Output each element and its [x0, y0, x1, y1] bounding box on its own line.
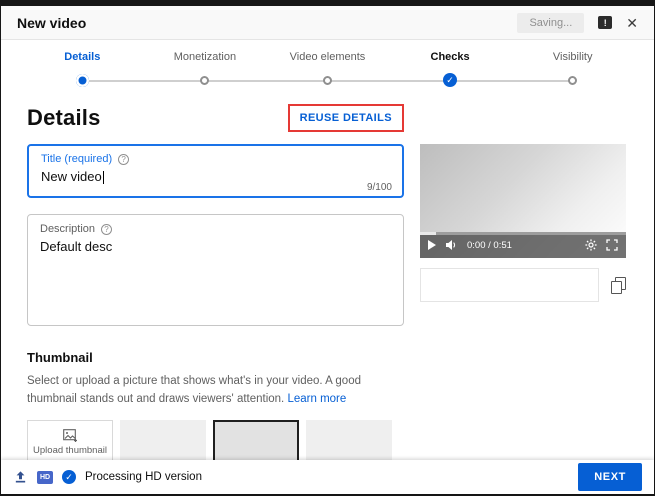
- help-icon[interactable]: ?: [101, 223, 113, 235]
- dialog-content: Details REUSE DETAILS Title (required) ?…: [1, 92, 654, 460]
- close-icon[interactable]: ✕: [626, 16, 638, 30]
- saving-status-button: Saving...: [517, 12, 585, 33]
- title-field-label: Title (required): [41, 153, 113, 165]
- description-field[interactable]: Description ? Default desc: [27, 214, 404, 326]
- dialog-footer: HD ✓ Processing HD version NEXT: [1, 460, 654, 494]
- step-dot-icon[interactable]: [200, 75, 210, 85]
- player-controls: 0:00 / 0:51: [420, 232, 626, 258]
- dialog-header: New video Saving... ! ✕: [1, 6, 654, 40]
- copy-icon[interactable]: [611, 276, 626, 294]
- upload-progress-icon: [15, 471, 26, 483]
- text-cursor: [102, 171, 104, 184]
- step-check-icon[interactable]: ✓: [443, 73, 458, 87]
- character-counter: 9/100: [366, 182, 392, 193]
- step-label: Visibility: [552, 51, 593, 63]
- title-field[interactable]: Title (required) ? New video 9/100: [27, 144, 404, 198]
- step-label: Monetization: [173, 51, 237, 63]
- step-dot-icon[interactable]: [322, 75, 332, 85]
- play-icon[interactable]: [428, 240, 436, 250]
- step-visibility[interactable]: Visibility: [511, 50, 634, 87]
- player-progress-played: [420, 232, 436, 235]
- thumbnail-option-2-selected[interactable]: [213, 419, 299, 460]
- volume-icon[interactable]: [445, 239, 458, 251]
- upload-dialog: New video Saving... ! ✕ Details Monetiza…: [1, 6, 654, 494]
- video-preview[interactable]: 0:00 / 0:51: [420, 144, 626, 258]
- step-label: Checks: [430, 51, 470, 63]
- thumbnail-section: Thumbnail Select or upload a picture tha…: [27, 350, 628, 460]
- step-dot-icon[interactable]: [568, 75, 578, 85]
- help-icon[interactable]: ?: [118, 153, 130, 165]
- feedback-icon[interactable]: !: [598, 16, 613, 29]
- description-field-value: Default desc: [40, 239, 113, 254]
- step-dot-current-icon[interactable]: [75, 73, 89, 87]
- step-label: Video elements: [289, 51, 366, 63]
- upload-thumbnail-label: Upload thumbnail: [33, 445, 107, 457]
- player-time: 0:00 / 0:51: [467, 239, 512, 251]
- learn-more-link[interactable]: Learn more: [287, 393, 346, 405]
- upload-stepper: Details Monetization Video elements Chec…: [1, 40, 654, 92]
- player-progress-bar[interactable]: [420, 232, 626, 235]
- thumbnail-option-1[interactable]: [120, 419, 206, 460]
- settings-gear-icon[interactable]: [585, 239, 597, 251]
- description-field-label: Description: [40, 223, 96, 235]
- title-field-value: New video: [41, 169, 102, 184]
- step-details[interactable]: Details: [21, 50, 144, 87]
- processing-status: Processing HD version: [85, 471, 202, 483]
- fullscreen-icon[interactable]: [606, 239, 618, 251]
- reuse-details-highlight: REUSE DETAILS: [287, 104, 404, 132]
- thumbnail-heading: Thumbnail: [27, 350, 93, 365]
- checks-complete-icon: ✓: [62, 470, 76, 484]
- next-button[interactable]: NEXT: [578, 463, 642, 491]
- reuse-details-button[interactable]: REUSE DETAILS: [290, 106, 402, 130]
- step-label: Details: [64, 51, 101, 63]
- step-video-elements[interactable]: Video elements: [266, 50, 389, 87]
- step-monetization[interactable]: Monetization: [144, 50, 267, 87]
- step-checks[interactable]: Checks ✓: [389, 50, 512, 87]
- thumbnail-option-3[interactable]: [306, 419, 392, 460]
- hd-badge: HD: [37, 470, 53, 484]
- page-title: Details: [27, 105, 101, 130]
- upload-thumbnail-button[interactable]: Upload thumbnail: [27, 419, 113, 460]
- video-link-box: [420, 268, 599, 302]
- image-upload-icon: [62, 429, 77, 443]
- dialog-title: New video: [17, 14, 87, 31]
